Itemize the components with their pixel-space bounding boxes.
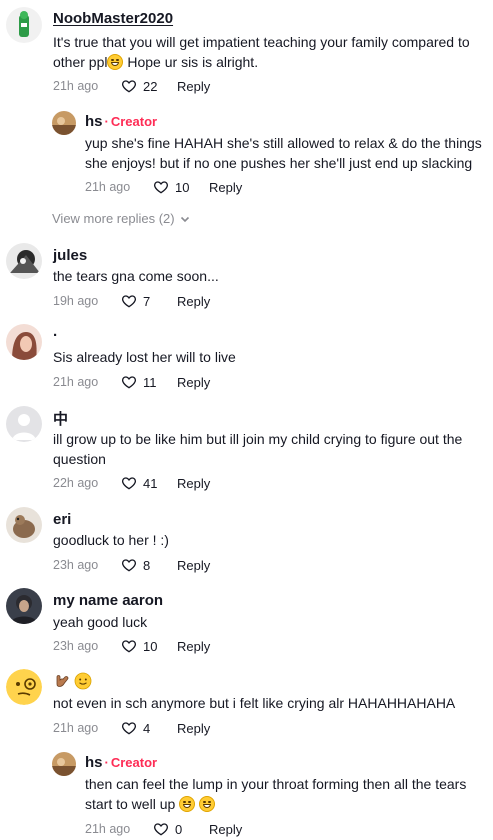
like-count: 11 [143, 374, 157, 390]
comment-username[interactable]: · [53, 327, 58, 344]
avatar[interactable] [6, 7, 42, 43]
view-more-replies[interactable]: View more replies (2) [52, 211, 191, 226]
avatar[interactable] [6, 669, 42, 705]
separator-dot: · [104, 114, 109, 129]
comment-username[interactable]: NoobMaster2020 [53, 10, 173, 27]
comment-text: ill grow up to be like him but ill join … [53, 431, 463, 467]
reply-button[interactable]: Reply [209, 180, 242, 195]
comment-time: 21h ago [53, 375, 99, 389]
heart-outline-icon [122, 80, 136, 93]
comment-username[interactable]: jules [53, 247, 87, 264]
like-count: 7 [143, 293, 151, 309]
grinning-sweat-emoji-icon [179, 796, 196, 812]
reply-text: yup she's fine HAHAH she's still allowed… [85, 135, 482, 171]
comment-actions: 19h ago 7 Reply [53, 292, 210, 310]
avatar[interactable] [6, 507, 42, 543]
comment-username[interactable]: 中 [53, 408, 68, 429]
like-count: 22 [143, 78, 158, 94]
slightly-smiling-face-icon [74, 672, 92, 690]
comment-actions: 21h ago 11 Reply [53, 373, 210, 391]
comment-actions: 23h ago 10 Reply [53, 637, 210, 655]
comment-time: 22h ago [53, 476, 99, 490]
creator-badge: Creator [110, 755, 158, 770]
comment-time: 21h ago [53, 79, 99, 93]
like-button[interactable]: 10 [153, 179, 209, 195]
avatar[interactable] [52, 752, 76, 776]
like-button[interactable]: 0 [153, 821, 209, 837]
like-count: 0 [175, 821, 183, 837]
comment-actions: 21h ago 4 Reply [53, 719, 210, 737]
avatar[interactable] [6, 324, 42, 360]
like-button[interactable]: 22 [121, 78, 177, 94]
reply-username-row: hs · Creator [85, 113, 157, 130]
like-button[interactable]: 41 [121, 475, 177, 491]
reply-button[interactable]: Reply [177, 375, 210, 390]
like-count: 41 [143, 475, 158, 491]
comment-text: yeah good luck [53, 614, 148, 630]
comment-text: Sis already lost her will to live [53, 349, 236, 365]
like-count: 4 [143, 720, 151, 736]
reply-button[interactable]: Reply [209, 822, 242, 837]
reply-username-row: hs · Creator [85, 754, 157, 771]
comment-actions: 22h ago 41 Reply [53, 474, 210, 492]
comment-text: goodluck to her ! :) [53, 532, 169, 548]
comment-username[interactable] [53, 672, 92, 690]
like-button[interactable]: 8 [121, 557, 177, 573]
reply-actions: 21h ago 10 Reply [85, 178, 242, 196]
comment-time: 21h ago [53, 721, 99, 735]
separator-dot: · [104, 755, 109, 770]
comment-text: the tears gna come soon... [53, 268, 219, 284]
reply-username[interactable]: hs [85, 113, 103, 130]
heart-outline-icon [122, 722, 136, 735]
reply-button[interactable]: Reply [177, 639, 210, 654]
reply-time: 21h ago [85, 822, 131, 836]
creator-badge: Creator [110, 114, 158, 129]
comment-time: 23h ago [53, 558, 99, 572]
reply-time: 21h ago [85, 180, 131, 194]
reply-button[interactable]: Reply [177, 721, 210, 736]
comment-time: 19h ago [53, 294, 99, 308]
reply-text: then can feel the lump in your throat fo… [85, 776, 467, 812]
comment-username[interactable]: eri [53, 511, 71, 528]
grinning-sweat-emoji-icon [107, 54, 124, 70]
reply-username[interactable]: hs [85, 754, 103, 771]
heart-outline-icon [122, 640, 136, 653]
reply-button[interactable]: Reply [177, 294, 210, 309]
grinning-sweat-emoji-icon [199, 796, 216, 812]
like-count: 10 [175, 179, 190, 195]
comment-actions: 23h ago 8 Reply [53, 556, 210, 574]
avatar[interactable] [6, 406, 42, 442]
like-count: 8 [143, 557, 151, 573]
avatar[interactable] [6, 243, 42, 279]
avatar[interactable] [52, 111, 76, 135]
reply-button[interactable]: Reply [177, 79, 210, 94]
heart-outline-icon [122, 376, 136, 389]
heart-outline-icon [122, 559, 136, 572]
like-button[interactable]: 4 [121, 720, 177, 736]
comment-text: It's true that you will get impatient te… [53, 34, 470, 70]
comment-actions: 21h ago 22 Reply [53, 77, 210, 95]
chevron-down-icon [180, 216, 189, 222]
comment-time: 23h ago [53, 639, 99, 653]
heart-outline-icon [154, 181, 168, 194]
like-count: 10 [143, 638, 158, 654]
comment-text: not even in sch anymore but i felt like … [53, 695, 456, 711]
reply-button[interactable]: Reply [177, 476, 210, 491]
like-button[interactable]: 11 [121, 374, 177, 390]
avatar[interactable] [6, 588, 42, 624]
heart-outline-icon [122, 295, 136, 308]
heart-outline-icon [154, 823, 168, 836]
heart-outline-icon [122, 477, 136, 490]
reply-button[interactable]: Reply [177, 558, 210, 573]
comment-username[interactable]: my name aaron [53, 592, 163, 609]
reply-actions: 21h ago 0 Reply [85, 820, 242, 838]
like-button[interactable]: 7 [121, 293, 177, 309]
call-me-hand-icon [56, 675, 69, 687]
like-button[interactable]: 10 [121, 638, 177, 654]
